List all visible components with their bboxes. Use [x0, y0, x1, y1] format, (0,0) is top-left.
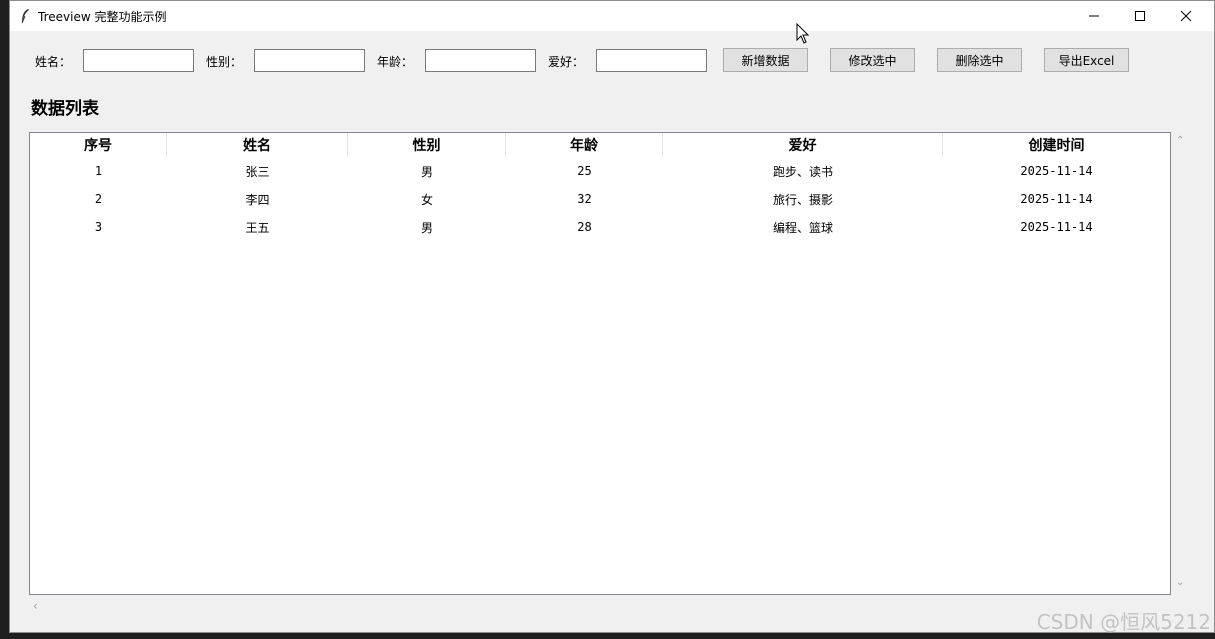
- age-label: 年龄：: [377, 55, 414, 69]
- gender-label: 性别：: [206, 55, 243, 69]
- cell-gender: 男: [420, 164, 433, 179]
- table-row[interactable]: 1 张三 男 25 跑步、读书 2025-11-14: [30, 157, 1170, 185]
- cell-index: 3: [94, 220, 103, 234]
- cell-created-time: 2025-11-14: [1020, 164, 1093, 178]
- add-data-button[interactable]: 新增数据: [723, 48, 808, 72]
- vertical-scrollbar[interactable]: ⌃ ⌄: [1172, 132, 1188, 595]
- table-body: 1 张三 男 25 跑步、读书 2025-11-14 2 李四 女 32 旅行、…: [30, 157, 1170, 241]
- column-header-hobby[interactable]: 爱好: [663, 133, 943, 157]
- background-strip-bottom: [0, 633, 1215, 639]
- column-header-age[interactable]: 年龄: [506, 133, 663, 157]
- scroll-down-icon[interactable]: ⌄: [1176, 578, 1184, 588]
- section-title: 数据列表: [31, 99, 99, 119]
- cell-created-time: 2025-11-14: [1020, 220, 1093, 234]
- cell-hobby: 跑步、读书: [772, 164, 833, 179]
- scroll-left-icon[interactable]: ‹: [33, 600, 38, 612]
- cell-hobby: 旅行、摄影: [772, 192, 833, 207]
- delete-selected-button[interactable]: 删除选中: [937, 48, 1022, 72]
- hobby-input[interactable]: [596, 49, 707, 72]
- maximize-icon: [1135, 11, 1145, 21]
- column-header-index[interactable]: 序号: [30, 133, 167, 157]
- table-row[interactable]: 2 李四 女 32 旅行、摄影 2025-11-14: [30, 185, 1170, 213]
- app-window: Treeview 完整功能示例 姓名： 性别： 年龄： 爱好： 新增数据 修改选…: [9, 0, 1215, 633]
- cell-gender: 女: [420, 192, 433, 207]
- cell-index: 2: [94, 192, 103, 206]
- cell-age: 32: [577, 192, 592, 206]
- column-header-name[interactable]: 姓名: [167, 133, 348, 157]
- minimize-icon: [1089, 15, 1099, 17]
- cell-age: 25: [577, 164, 592, 178]
- name-input[interactable]: [83, 49, 194, 72]
- mouse-cursor-icon: [796, 23, 810, 44]
- column-header-gender[interactable]: 性别: [348, 133, 506, 157]
- watermark: CSDN @恒风5212: [1036, 610, 1211, 634]
- minimize-button[interactable]: [1071, 1, 1117, 31]
- age-input[interactable]: [425, 49, 536, 72]
- title-bar[interactable]: Treeview 完整功能示例: [10, 1, 1214, 31]
- cell-name: 李四: [245, 192, 270, 207]
- cell-name: 张三: [245, 164, 270, 179]
- data-treeview[interactable]: 序号 姓名 性别 年龄 爱好 创建时间 1 张三 男 25 跑步、读书 2025…: [29, 132, 1171, 595]
- close-button[interactable]: [1163, 1, 1209, 31]
- cell-created-time: 2025-11-14: [1020, 192, 1093, 206]
- hobby-label: 爱好：: [548, 55, 585, 69]
- table-header: 序号 姓名 性别 年龄 爱好 创建时间: [30, 133, 1170, 157]
- window-title: Treeview 完整功能示例: [38, 10, 167, 24]
- export-excel-button[interactable]: 导出Excel: [1044, 48, 1129, 72]
- scroll-up-icon[interactable]: ⌃: [1176, 136, 1184, 146]
- cell-name: 王五: [245, 220, 270, 235]
- column-header-created-time[interactable]: 创建时间: [943, 133, 1170, 157]
- maximize-button[interactable]: [1117, 1, 1163, 31]
- feather-icon: [21, 9, 29, 24]
- cell-gender: 男: [420, 220, 433, 235]
- edit-selected-button[interactable]: 修改选中: [830, 48, 915, 72]
- cell-index: 1: [94, 164, 103, 178]
- name-label: 姓名：: [35, 55, 72, 69]
- table-row[interactable]: 3 王五 男 28 编程、篮球 2025-11-14: [30, 213, 1170, 241]
- background-strip: [0, 0, 9, 639]
- cell-age: 28: [577, 220, 592, 234]
- horizontal-scrollbar[interactable]: ‹: [29, 599, 1171, 615]
- close-icon: [1180, 10, 1192, 22]
- cell-hobby: 编程、篮球: [772, 220, 833, 235]
- gender-input[interactable]: [254, 49, 365, 72]
